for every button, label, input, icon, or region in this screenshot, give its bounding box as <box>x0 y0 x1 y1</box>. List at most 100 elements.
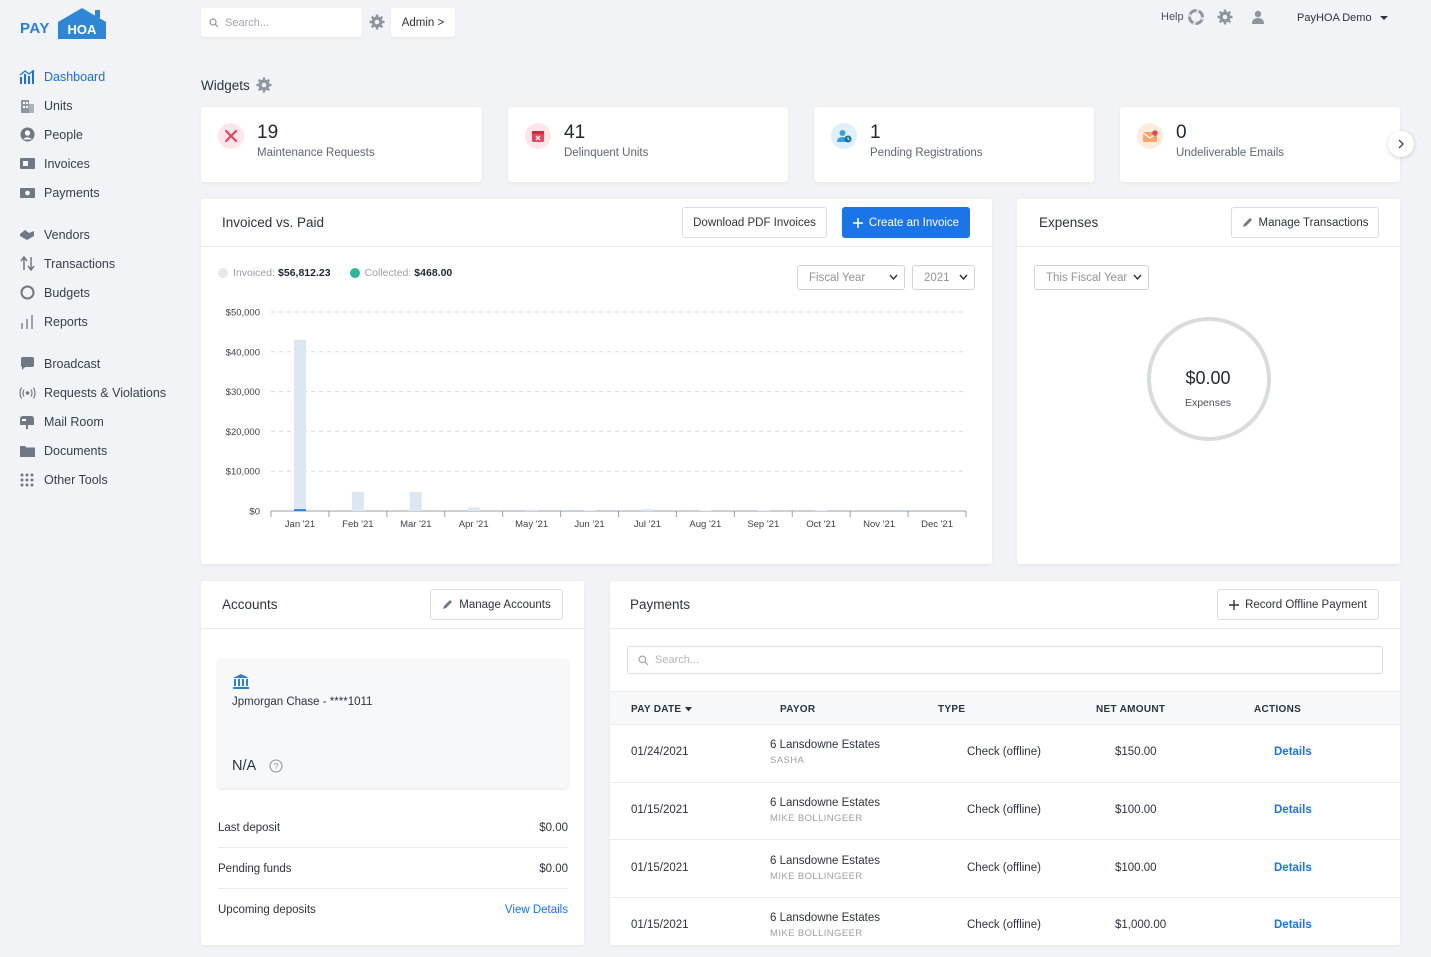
widgets-next-button[interactable] <box>1388 131 1414 157</box>
y-tick-label: $30,000 <box>226 387 260 398</box>
pending-funds-label: Pending funds <box>218 862 292 875</box>
details-link[interactable]: Details <box>1274 919 1312 931</box>
sidebar-item-transactions[interactable]: Transactions <box>18 249 183 278</box>
sidebar-item-documents[interactable]: Documents <box>18 436 183 465</box>
pencil-icon <box>1242 218 1252 227</box>
help-circle-icon[interactable]: ? <box>269 759 283 773</box>
help-link[interactable]: Help <box>1161 9 1204 25</box>
period-select[interactable]: Fiscal Year <box>797 265 905 290</box>
sidebar-item-label: Documents <box>44 443 108 458</box>
y-tick-label: $10,000 <box>226 467 260 478</box>
y-tick-label: $40,000 <box>226 347 260 358</box>
widget-label: Maintenance Requests <box>257 147 375 159</box>
building-icon <box>18 97 36 115</box>
invoiced-bar <box>641 509 654 511</box>
folder-icon <box>18 442 36 460</box>
x-tick-label: Apr '21 <box>459 519 489 530</box>
payhoa-logo[interactable]: PAY HOA <box>19 6 111 42</box>
column-pay-date[interactable]: PAY DATE <box>631 704 693 715</box>
calendar-icon <box>525 123 551 149</box>
x-tick-label: Dec '21 <box>921 519 953 530</box>
column-label: PAY DATE <box>631 704 682 715</box>
view-details-link[interactable]: View Details <box>505 904 568 916</box>
download-pdf-invoices-button[interactable]: Download PDF Invoices <box>682 207 827 238</box>
details-link[interactable]: Details <box>1274 804 1312 816</box>
payments-search-input[interactable] <box>655 654 1355 666</box>
widgets-gear-icon[interactable] <box>256 77 272 93</box>
create-invoice-label: Create an Invoice <box>868 216 960 229</box>
sidebar: PAY HOA Dashboard Units People Invoices … <box>0 0 185 957</box>
widget-label: Undeliverable Emails <box>1176 147 1285 159</box>
sort-desc-icon <box>685 707 693 712</box>
chart-legend: Invoiced: $56,812.23 Collected: $468.00 <box>218 267 452 279</box>
invoiced-bar <box>351 491 364 511</box>
user-avatar-icon[interactable] <box>1250 9 1266 28</box>
sidebar-item-label: Transactions <box>44 256 116 271</box>
sidebar-item-other-tools[interactable]: Other Tools <box>18 465 183 494</box>
invoiced-title: Invoiced vs. Paid <box>222 215 325 230</box>
payor: 6 Lansdowne Estates <box>770 797 880 809</box>
expenses-period-select[interactable]: This Fiscal Year <box>1034 265 1149 290</box>
payment-type: Check (offline) <box>967 862 1041 874</box>
global-search-box[interactable] <box>201 8 362 37</box>
pending-funds-row: Pending funds $0.00 <box>218 849 568 889</box>
manage-accounts-button[interactable]: Manage Accounts <box>430 589 563 620</box>
widget-maintenance-requests[interactable]: 19 Maintenance Requests <box>201 107 482 182</box>
record-offline-payment-label: Record Offline Payment <box>1245 598 1367 611</box>
sidebar-item-label: Payments <box>44 185 100 200</box>
admin-gear-icon[interactable] <box>369 14 385 33</box>
y-tick-label: $50,000 <box>226 308 260 319</box>
global-search-input[interactable] <box>225 16 355 29</box>
manage-transactions-button[interactable]: Manage Transactions <box>1231 207 1379 238</box>
admin-button[interactable]: Admin > <box>391 8 455 37</box>
last-deposit-row: Last deposit $0.00 <box>218 808 568 848</box>
x-tick-label: Jul '21 <box>634 519 661 530</box>
bank-account-name: Jpmorgan Chase - ****1011 <box>232 696 373 708</box>
sidebar-item-payments[interactable]: Payments <box>18 178 183 207</box>
sidebar-item-budgets[interactable]: Budgets <box>18 278 183 307</box>
email-error-icon <box>1137 123 1163 149</box>
invoiced-paid-bar-chart: $50,000 $40,000 $30,000 $20,000 $10,000 $0 Jan… <box>226 308 967 530</box>
sidebar-item-units[interactable]: Units <box>18 91 183 120</box>
payment-type: Check (offline) <box>967 804 1041 816</box>
chevron-down-icon <box>1133 274 1142 280</box>
plus-icon <box>1229 599 1240 610</box>
net-amount: $100.00 <box>1115 862 1157 874</box>
period-select-value: Fiscal Year <box>809 271 866 284</box>
details-link[interactable]: Details <box>1274 862 1312 874</box>
pay-date: 01/24/2021 <box>631 746 689 758</box>
create-invoice-button[interactable]: Create an Invoice <box>842 207 970 238</box>
sidebar-item-invoices[interactable]: Invoices <box>18 149 183 178</box>
invoiced-bar <box>525 509 538 511</box>
manage-accounts-label: Manage Accounts <box>459 598 551 611</box>
settings-gear-icon[interactable] <box>1217 9 1233 28</box>
card-divider <box>610 628 1400 629</box>
column-net-amount: NET AMOUNT <box>1096 704 1166 715</box>
sidebar-item-reports[interactable]: Reports <box>18 307 183 336</box>
net-amount: $150.00 <box>1115 746 1157 758</box>
card-divider <box>201 628 584 629</box>
collected-legend-swatch <box>349 268 360 278</box>
sidebar-item-dashboard[interactable]: Dashboard <box>18 62 183 91</box>
year-select-value: 2021 <box>924 271 950 284</box>
payments-search-box[interactable] <box>627 646 1383 674</box>
sidebar-item-mail-room[interactable]: Mail Room <box>18 407 183 436</box>
sidebar-item-people[interactable]: People <box>18 120 183 149</box>
widget-undeliverable-emails[interactable]: 0 Undeliverable Emails <box>1120 107 1400 182</box>
sidebar-item-label: Requests & Violations <box>44 385 167 400</box>
year-select[interactable]: 2021 <box>912 265 975 290</box>
invoiced-bar <box>467 507 480 511</box>
widget-pending-registrations[interactable]: 1 Pending Registrations <box>814 107 1094 182</box>
sidebar-item-requests[interactable]: Requests & Violations <box>18 378 183 407</box>
details-link[interactable]: Details <box>1274 746 1312 758</box>
widget-label: Delinquent Units <box>564 147 649 159</box>
widget-delinquent-units[interactable]: 41 Delinquent Units <box>508 107 788 182</box>
mailbox-icon <box>18 413 36 431</box>
pay-date: 01/15/2021 <box>631 862 689 874</box>
record-offline-payment-button[interactable]: Record Offline Payment <box>1217 589 1379 620</box>
sidebar-item-vendors[interactable]: Vendors <box>18 220 183 249</box>
sidebar-item-broadcast[interactable]: Broadcast <box>18 349 183 378</box>
account-menu[interactable]: PayHOA Demo <box>1297 12 1388 24</box>
net-amount: $100.00 <box>1115 804 1157 816</box>
bank-account-card[interactable]: Jpmorgan Chase - ****1011 N/A ? <box>218 659 568 788</box>
